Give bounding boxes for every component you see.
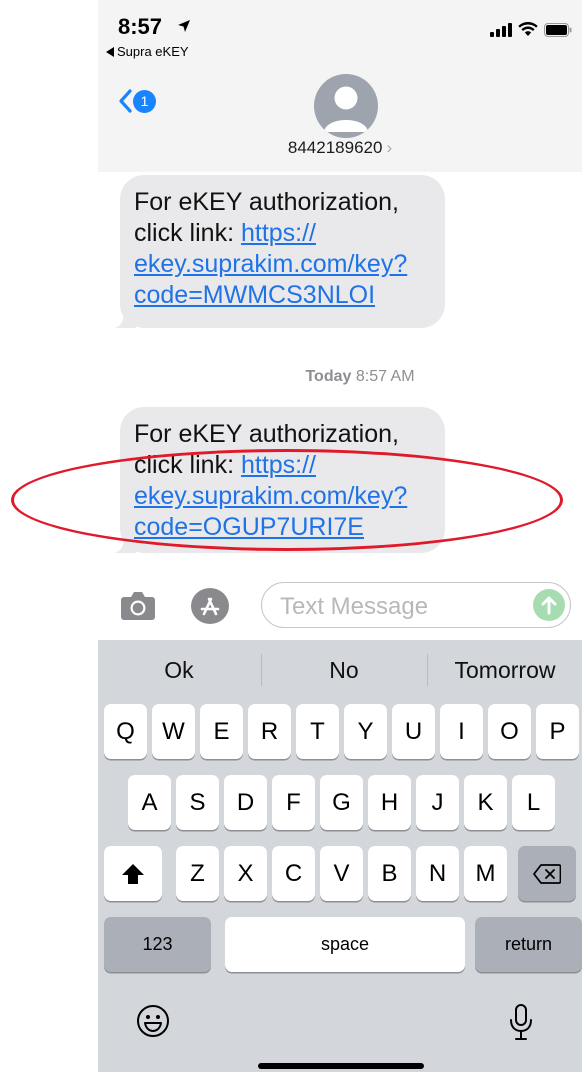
return-key[interactable]: return — [475, 917, 582, 972]
back-to-app-link[interactable]: Supra eKEY — [106, 44, 189, 59]
message-link[interactable]: code=OGUP7URI7E — [134, 512, 431, 543]
timestamp-day: Today — [305, 368, 352, 385]
send-button[interactable] — [533, 589, 565, 621]
back-button[interactable]: 1 — [118, 89, 156, 113]
key[interactable]: F — [272, 775, 315, 830]
emoji-icon[interactable] — [136, 1004, 170, 1038]
message-link[interactable]: https:// — [241, 219, 316, 247]
contact-chevron-icon: › — [386, 138, 393, 157]
numbers-key[interactable]: 123 — [104, 917, 211, 972]
location-arrow-icon — [178, 20, 190, 32]
cellular-signal-icon — [490, 22, 512, 37]
message-line: For eKEY authorization, — [134, 420, 399, 448]
app-store-icon[interactable] — [190, 587, 230, 625]
key[interactable]: T — [296, 704, 339, 759]
message-link[interactable]: ekey.suprakim.com/key? — [134, 249, 431, 280]
message-link[interactable]: code=MWMCS3NLOI — [134, 280, 431, 311]
messages-screen: 8:57 Supra eKEY 1 8442189620 › For eKEY … — [11, 0, 582, 1072]
suggestion-item[interactable]: Tomorrow — [428, 640, 582, 700]
backspace-key[interactable] — [518, 846, 576, 901]
contact-number: 8442189620 — [287, 138, 383, 157]
arrow-up-icon — [541, 596, 557, 615]
space-key[interactable]: space — [225, 917, 465, 972]
keyboard: Ok No Tomorrow Q W E R T Y U I O P A S D… — [98, 640, 582, 1072]
contact-avatar[interactable] — [314, 74, 378, 138]
key[interactable]: R — [248, 704, 291, 759]
status-icons — [490, 22, 572, 37]
message-input-placeholder: Text Message — [280, 593, 429, 620]
bubble-tail — [114, 310, 136, 328]
key[interactable]: W — [152, 704, 195, 759]
key[interactable]: Y — [344, 704, 387, 759]
message-link[interactable]: https:// — [241, 451, 316, 479]
key[interactable]: L — [512, 775, 555, 830]
key[interactable]: A — [128, 775, 171, 830]
key[interactable]: Q — [104, 704, 147, 759]
shift-arrow-icon — [122, 863, 144, 884]
key[interactable]: B — [368, 846, 411, 901]
timestamp-time: 8:57 AM — [355, 368, 415, 385]
key[interactable]: I — [440, 704, 483, 759]
message-bubble: For eKEY authorization, click link: http… — [114, 407, 445, 553]
suggestion-item[interactable]: Ok — [98, 640, 260, 700]
message-line: For eKEY authorization, — [134, 188, 399, 216]
contact-name[interactable]: 8442189620 › — [98, 138, 582, 158]
key[interactable]: U — [392, 704, 435, 759]
message-input[interactable]: Text Message — [261, 582, 571, 628]
key[interactable]: N — [416, 846, 459, 901]
key[interactable]: O — [488, 704, 531, 759]
key[interactable]: G — [320, 775, 363, 830]
bubble-tail — [114, 535, 136, 553]
back-app-label: Supra eKEY — [117, 44, 189, 59]
message-bubble: For eKEY authorization, click link: http… — [114, 175, 445, 328]
message-line: click link: — [134, 451, 241, 479]
status-time: 8:57 — [118, 14, 163, 39]
home-indicator[interactable] — [258, 1063, 424, 1069]
backspace-icon — [533, 863, 561, 884]
key[interactable]: V — [320, 846, 363, 901]
key[interactable]: K — [464, 775, 507, 830]
key[interactable]: P — [536, 704, 579, 759]
conversation-header: 8:57 Supra eKEY 1 8442189620 › — [98, 0, 582, 172]
key[interactable]: C — [272, 846, 315, 901]
message-line: click link: — [134, 219, 241, 247]
key[interactable]: D — [224, 775, 267, 830]
battery-icon — [544, 22, 572, 37]
message-link[interactable]: ekey.suprakim.com/key? — [134, 481, 431, 512]
key[interactable]: H — [368, 775, 411, 830]
wifi-icon — [518, 22, 538, 36]
microphone-icon[interactable] — [508, 1004, 534, 1042]
unread-badge: 1 — [133, 89, 156, 113]
chevron-left-icon — [119, 89, 132, 113]
suggestion-item[interactable]: No — [262, 640, 426, 700]
key[interactable]: Z — [176, 846, 219, 901]
person-silhouette-icon — [324, 86, 368, 132]
back-triangle-icon — [106, 46, 114, 57]
key[interactable]: X — [224, 846, 267, 901]
camera-icon[interactable] — [120, 591, 156, 621]
key[interactable]: S — [176, 775, 219, 830]
key[interactable]: E — [200, 704, 243, 759]
shift-key[interactable] — [104, 846, 162, 901]
key[interactable]: J — [416, 775, 459, 830]
key[interactable]: M — [464, 846, 507, 901]
message-timestamp: Today 8:57 AM — [98, 368, 582, 386]
